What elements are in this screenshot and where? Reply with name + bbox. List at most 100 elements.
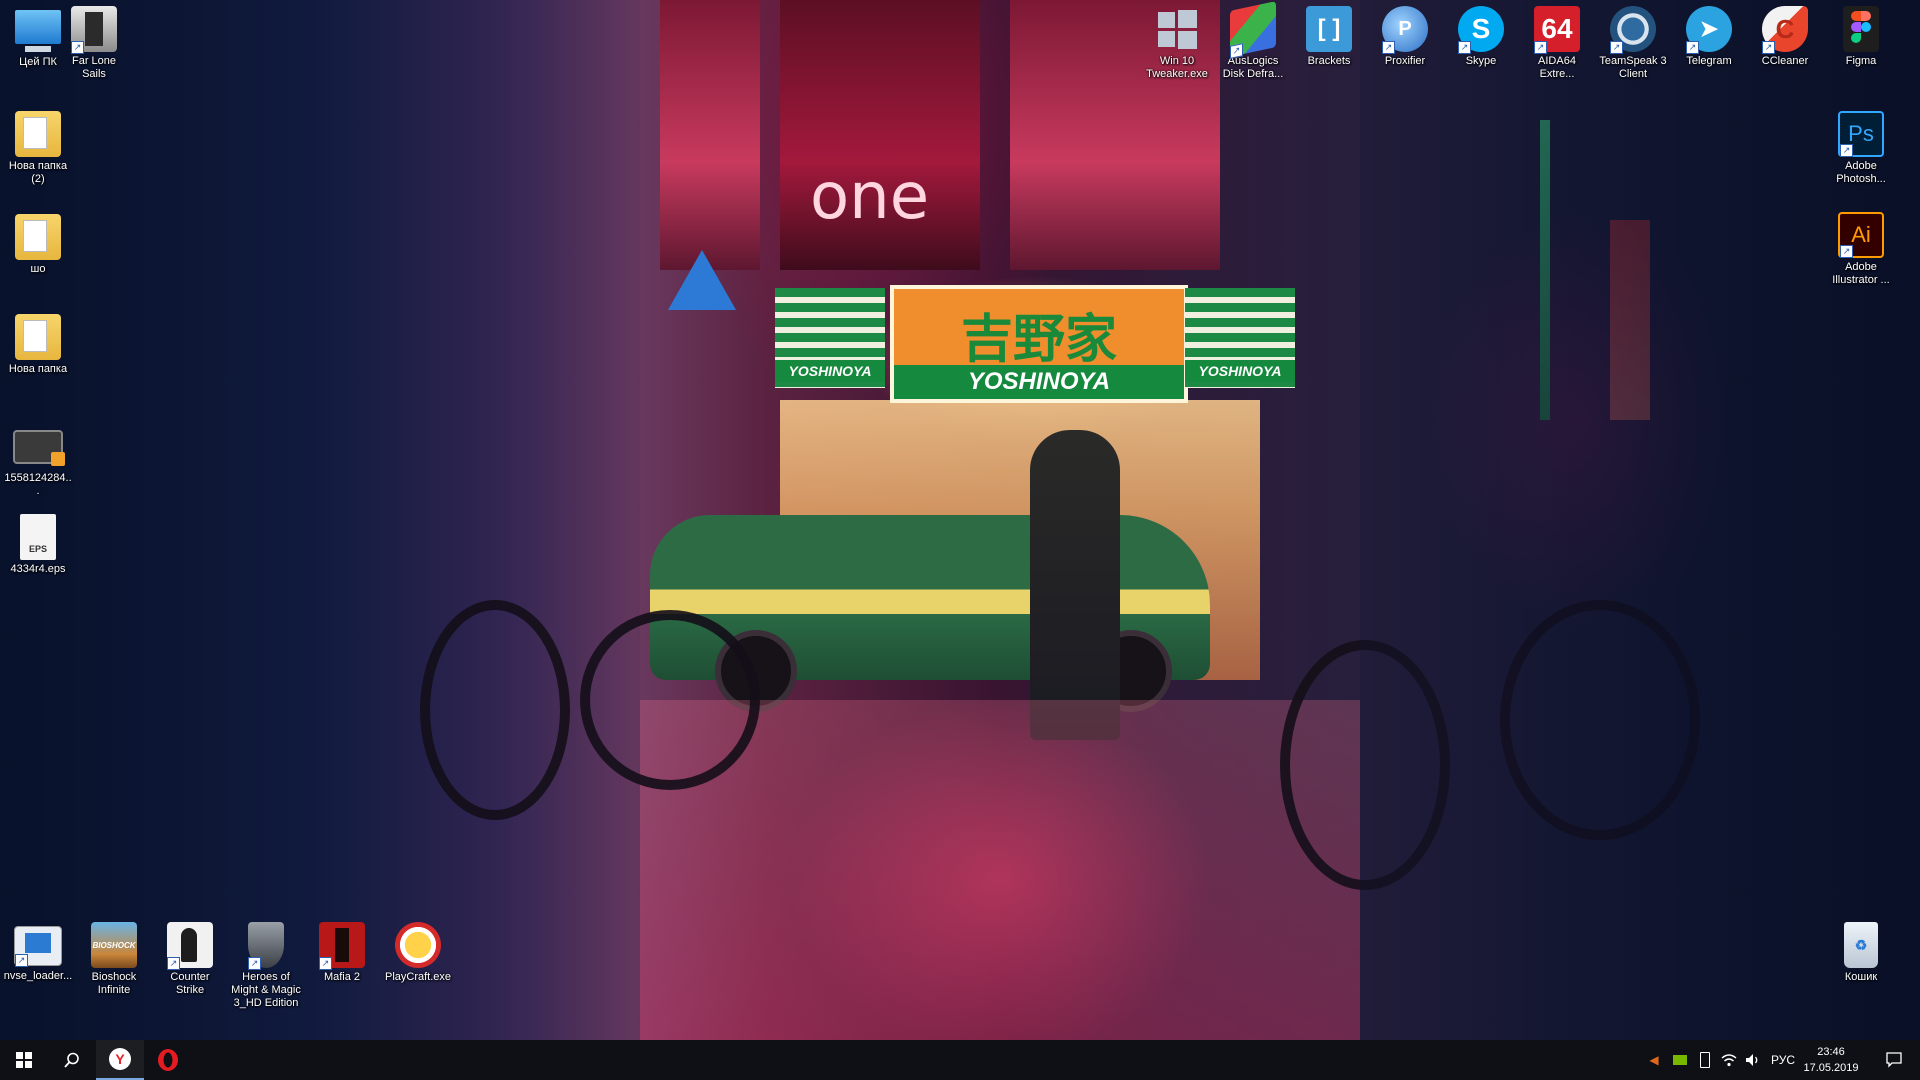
photoshop-icon: Ps ↗ — [1838, 111, 1884, 157]
video-file-icon — [13, 430, 65, 466]
desktop-icon-label: Bioshock Infinite — [91, 971, 137, 996]
desktop-icon-telegram[interactable]: ➤ ↗ Telegram — [1674, 2, 1744, 68]
wallpaper: one YOSHINOYA 吉野家 YOSHINOYA YOSHINOYA — [0, 0, 1920, 1040]
desktop-icon-label: Heroes of Might & Magic 3_HD Edition — [231, 971, 301, 1009]
tray-network[interactable] — [1718, 1040, 1740, 1080]
aida64-icon: 64 ↗ — [1534, 6, 1580, 54]
mafia-icon: ↗ — [319, 922, 365, 970]
desktop-icon-ccleaner[interactable]: C ↗ CCleaner — [1750, 2, 1820, 68]
desktop-icon-label: Нова папка — [8, 363, 68, 375]
shortcut-arrow-icon: ↗ — [1686, 41, 1699, 54]
desktop-icon-eps-file[interactable]: EPS 4334r4.eps — [3, 510, 73, 576]
tray-clock[interactable]: 23:46 17.05.2019 — [1790, 1044, 1872, 1076]
desktop-icon-nvse-loader[interactable]: ↗ nvse_loader... — [3, 918, 73, 983]
chevron-up-icon: ◀ — [1649, 1053, 1659, 1067]
desktop-icon-far-lone-sails[interactable]: ↗ Far Lone Sails — [59, 2, 129, 81]
shortcut-arrow-icon: ↗ — [1840, 144, 1853, 157]
desktop-icon-label: AIDA64 Extre... — [1538, 55, 1576, 80]
desktop-icon-label: Telegram — [1686, 55, 1732, 67]
desktop-icon-auslogics[interactable]: ↗ AusLogics Disk Defra... — [1218, 1, 1288, 81]
wallpaper-pedestrian-sign — [668, 250, 736, 310]
taskbar-opera[interactable] — [144, 1040, 192, 1080]
svg-text:Y: Y — [115, 1051, 125, 1067]
desktop-icon-label: Нова папка (2) — [8, 160, 68, 185]
wallpaper-sign-left-brand: YOSHINOYA — [775, 360, 885, 382]
desktop-icon-label: CCleaner — [1761, 55, 1809, 67]
wallpaper-poster-text: one — [810, 160, 930, 234]
shortcut-arrow-icon: ↗ — [1762, 41, 1775, 54]
tray-show-hidden[interactable]: ◀ — [1644, 1040, 1664, 1080]
computer-icon — [15, 10, 61, 52]
desktop-icon-video-file[interactable]: 1558124284... — [3, 420, 73, 498]
folder-icon — [15, 214, 61, 260]
nvse-icon: ↗ — [14, 926, 62, 967]
shortcut-arrow-icon: ↗ — [319, 957, 332, 970]
wallpaper-bicycle-wheel — [580, 610, 760, 790]
windows-icon — [1154, 6, 1200, 52]
desktop-icon-heroes[interactable]: ↗ Heroes of Might & Magic 3_HD Edition — [231, 918, 301, 1010]
taskbar: Y ◀ РУС 23:46 17.05.2019 — [0, 1040, 1920, 1080]
desktop-icon-label: 4334r4.eps — [10, 563, 66, 575]
desktop-icon-skype[interactable]: S ↗ Skype — [1446, 2, 1516, 68]
wallpaper-poster-center: one — [780, 0, 980, 270]
wallpaper-sign-main: 吉野家 YOSHINOYA — [890, 285, 1188, 403]
speaker-icon — [1746, 1054, 1758, 1066]
tray-usb[interactable] — [1694, 1040, 1716, 1080]
desktop-icon-folder-sho[interactable]: шо — [3, 210, 73, 276]
wallpaper-left-wall — [0, 0, 640, 1040]
folder-icon — [15, 111, 61, 157]
shortcut-arrow-icon: ↗ — [71, 41, 84, 54]
heroes-icon: ↗ — [248, 922, 284, 970]
notifications-icon — [1886, 1052, 1902, 1068]
illustrator-icon: Ai ↗ — [1838, 212, 1884, 258]
nvidia-icon — [1673, 1055, 1687, 1065]
wallpaper-sign-right: YOSHINOYA — [1185, 288, 1295, 388]
desktop-icon-label: Adobe Photosh... — [1836, 160, 1886, 185]
shortcut-arrow-icon: ↗ — [1610, 41, 1623, 54]
folder-icon — [15, 314, 61, 360]
brackets-icon: [ ] — [1306, 6, 1352, 52]
desktop-icon-photoshop[interactable]: Ps ↗ Adobe Photosh... — [1826, 107, 1896, 186]
start-button[interactable] — [0, 1040, 48, 1080]
wallpaper-poster-left — [660, 0, 760, 270]
desktop-icon-label: AusLogics Disk Defra... — [1222, 55, 1284, 80]
wallpaper-pedestrian — [1030, 430, 1120, 740]
desktop-icon-proxifier[interactable]: P ↗ Proxifier — [1370, 2, 1440, 68]
tray-volume[interactable] — [1742, 1040, 1764, 1080]
proxifier-icon: P ↗ — [1382, 6, 1428, 54]
wallpaper-wet-street — [640, 700, 1360, 1040]
opera-icon — [158, 1049, 178, 1071]
shortcut-arrow-icon: ↗ — [248, 957, 261, 970]
desktop-icon-figma[interactable]: Figma — [1826, 2, 1896, 68]
action-center-button[interactable] — [1872, 1040, 1916, 1080]
desktop-icon-label: PlayCraft.exe — [384, 971, 452, 983]
search-button[interactable] — [48, 1040, 96, 1080]
shortcut-arrow-icon: ↗ — [1534, 41, 1547, 54]
desktop-icon-recycle-bin[interactable]: ♻ Кошик — [1826, 918, 1896, 984]
wifi-icon — [1721, 1054, 1737, 1067]
desktop-icon-brackets[interactable]: [ ] Brackets — [1294, 2, 1364, 68]
desktop-icon-illustrator[interactable]: Ai ↗ Adobe Illustrator ... — [1826, 208, 1896, 287]
eps-file-icon: EPS — [20, 514, 56, 560]
wallpaper-bicycle-wheel — [420, 600, 570, 820]
wallpaper-sign-brand: YOSHINOYA — [894, 365, 1184, 399]
wallpaper-sign-kanji: 吉野家 — [960, 310, 1117, 370]
desktop-icon-folder[interactable]: Нова папка — [3, 310, 73, 376]
desktop-icon-label: TeamSpeak 3 Client — [1599, 55, 1667, 80]
desktop-icon-win10-tweaker[interactable]: Win 10 Tweaker.exe — [1142, 2, 1212, 81]
taskbar-yandex-browser[interactable]: Y — [96, 1040, 144, 1080]
shortcut-arrow-icon: ↗ — [1382, 41, 1395, 54]
counter-strike-icon: ↗ — [167, 922, 213, 970]
tray-nvidia[interactable] — [1668, 1040, 1692, 1080]
desktop-icon-label: Mafia 2 — [323, 971, 361, 983]
desktop-icon-bioshock[interactable]: BIOSHOCK Bioshock Infinite — [79, 918, 149, 997]
clock-time: 23:46 — [1817, 1046, 1845, 1058]
desktop-icon-mafia2[interactable]: ↗ Mafia 2 — [307, 918, 377, 984]
shortcut-arrow-icon: ↗ — [1458, 41, 1471, 54]
desktop-icon-counter-strike[interactable]: ↗ Counter Strike — [155, 918, 225, 997]
desktop-icon-playcraft[interactable]: PlayCraft.exe — [383, 918, 453, 984]
desktop-icon-teamspeak[interactable]: ↗ TeamSpeak 3 Client — [1598, 2, 1668, 81]
usb-icon — [1700, 1052, 1710, 1068]
desktop-icon-folder-2[interactable]: Нова папка (2) — [3, 107, 73, 186]
desktop-icon-aida64[interactable]: 64 ↗ AIDA64 Extre... — [1522, 2, 1592, 81]
